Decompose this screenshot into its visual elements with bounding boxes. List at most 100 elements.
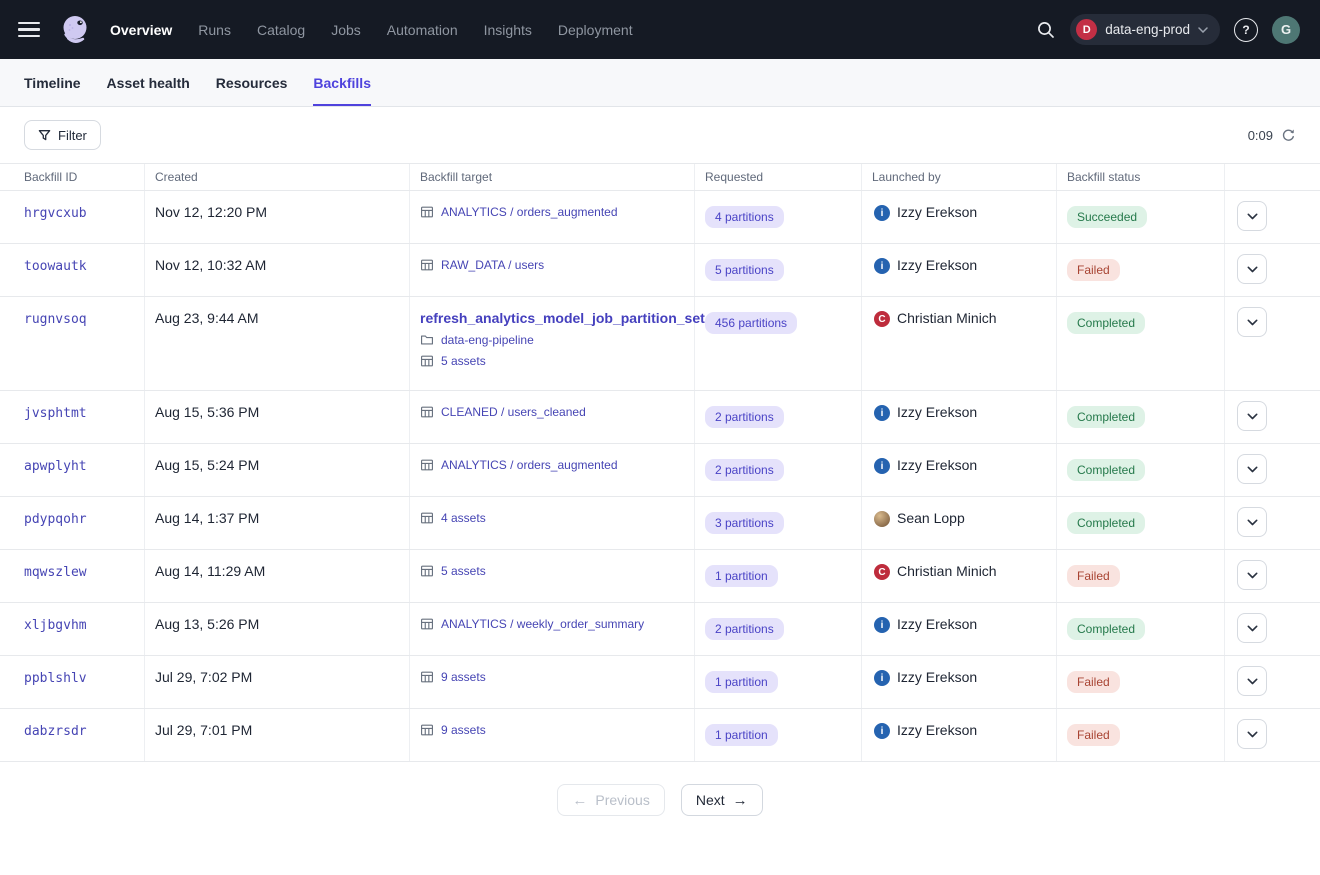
backfill-id-link[interactable]: ppblshlv [24,671,87,686]
launched-by-name: Izzy Erekson [897,404,977,420]
nav-item-jobs[interactable]: Jobs [331,22,361,38]
search-icon[interactable] [1036,20,1056,40]
toolbar: Filter 0:09 [0,107,1320,163]
backfill-id-link[interactable]: jvsphtmt [24,406,87,421]
folder-icon [420,333,434,347]
row-actions-chevron-button[interactable] [1237,254,1267,284]
requested-partitions-badge: 1 partition [705,671,778,693]
backfill-id-link[interactable]: dabzrsdr [24,724,87,739]
row-actions-chevron-button[interactable] [1237,507,1267,537]
backfill-status-badge: Failed [1067,671,1120,693]
launched-by-name: Izzy Erekson [897,616,977,632]
asset-table-icon [420,670,434,684]
created-timestamp: Nov 12, 10:32 AM [155,257,266,273]
launched-by-name: Sean Lopp [897,510,965,526]
backfill-id-link[interactable]: mqwszlew [24,565,87,580]
help-icon[interactable]: ? [1234,18,1258,42]
backfill-target-link[interactable]: 5 assets [441,564,486,578]
tab-backfills[interactable]: Backfills [313,59,371,106]
backfill-status-badge: Completed [1067,312,1145,334]
asset-table-icon [420,205,434,219]
nav-item-deployment[interactable]: Deployment [558,22,633,38]
launched-by-avatar: i [874,405,890,421]
tab-timeline[interactable]: Timeline [24,59,81,106]
requested-partitions-badge: 456 partitions [705,312,797,334]
row-actions-chevron-button[interactable] [1237,719,1267,749]
launched-by-avatar: i [874,458,890,474]
asset-table-icon [420,354,434,368]
job-partition-set-link[interactable]: refresh_analytics_model_job_partition_se… [420,310,684,326]
row-actions-chevron-button[interactable] [1237,613,1267,643]
tab-asset-health[interactable]: Asset health [107,59,190,106]
launched-by-name: Izzy Erekson [897,722,977,738]
asset-table-icon [420,617,434,631]
row-actions-chevron-button[interactable] [1237,201,1267,231]
table-row: mqwszlewAug 14, 11:29 AM5 assets1 partit… [0,550,1320,603]
refresh-countdown: 0:09 [1248,128,1273,143]
row-actions-chevron-button[interactable] [1237,666,1267,696]
backfill-id-link[interactable]: rugnvsoq [24,312,87,327]
row-actions-chevron-button[interactable] [1237,401,1267,431]
filter-label: Filter [58,128,87,143]
filter-button[interactable]: Filter [24,120,101,150]
backfill-target-link[interactable]: RAW_DATA / users [441,258,544,272]
backfill-status-badge: Failed [1067,565,1120,587]
asset-table-icon [420,258,434,272]
backfill-target-link[interactable]: ANALYTICS / orders_augmented [441,458,618,472]
backfill-status-badge: Completed [1067,618,1145,640]
backfill-status-badge: Failed [1067,259,1120,281]
previous-page-button[interactable]: ← Previous [557,784,664,816]
tab-resources[interactable]: Resources [216,59,288,106]
column-header-created: Created [145,164,410,190]
table-row: dabzrsdrJul 29, 7:01 PM9 assets1 partiti… [0,709,1320,762]
table-row: jvsphtmtAug 15, 5:36 PMCLEANED / users_c… [0,391,1320,444]
nav-item-runs[interactable]: Runs [198,22,231,38]
nav-item-insights[interactable]: Insights [484,22,532,38]
backfill-target-link[interactable]: 5 assets [441,354,486,368]
backfill-target-link[interactable]: 9 assets [441,723,486,737]
row-actions-chevron-button[interactable] [1237,454,1267,484]
requested-partitions-badge: 2 partitions [705,459,784,481]
table-row: toowautk Nov 12, 10:32 AM RAW_DATA / users… [0,244,1320,297]
nav-item-overview[interactable]: Overview [110,22,172,38]
backfill-id-link[interactable]: xljbgvhm [24,618,87,633]
launched-by-avatar: i [874,670,890,686]
backfill-target-link[interactable]: CLEANED / users_cleaned [441,405,586,419]
backfill-id-link[interactable]: hrgvcxub [24,206,87,221]
column-header-backfill-target: Backfill target [410,164,695,190]
table-row: pdypqohrAug 14, 1:37 PM4 assets3 partiti… [0,497,1320,550]
backfill-status-badge: Failed [1067,724,1120,746]
launched-by-avatar: i [874,205,890,221]
user-account-avatar[interactable]: G [1272,16,1300,44]
backfill-id-link[interactable]: apwplyht [24,459,87,474]
deployment-switcher[interactable]: D data-eng-prod [1070,14,1220,45]
backfill-id-link[interactable]: pdypqohr [24,512,87,527]
dagster-logo[interactable] [56,11,94,49]
created-timestamp: Nov 12, 12:20 PM [155,204,267,220]
backfill-target-link[interactable]: ANALYTICS / weekly_order_summary [441,617,644,631]
backfill-target-link[interactable]: 9 assets [441,670,486,684]
next-page-button[interactable]: Next → [681,784,763,816]
row-actions-chevron-button[interactable] [1237,307,1267,337]
nav-item-catalog[interactable]: Catalog [257,22,305,38]
previous-label: Previous [595,792,649,808]
column-header-launched-by: Launched by [862,164,1057,190]
backfill-target-link[interactable]: ANALYTICS / orders_augmented [441,205,618,219]
launched-by-avatar: C [874,311,890,327]
asset-table-icon [420,458,434,472]
requested-partitions-badge: 1 partition [705,724,778,746]
refresh-icon[interactable] [1281,128,1296,143]
created-timestamp: Aug 13, 5:26 PM [155,616,259,632]
created-timestamp: Jul 29, 7:02 PM [155,669,252,685]
hamburger-menu-icon[interactable] [18,18,42,42]
launched-by-name: Izzy Erekson [897,669,977,685]
funnel-icon [38,129,51,142]
asset-table-icon [420,405,434,419]
backfill-target-link[interactable]: data-eng-pipeline [441,333,534,347]
backfill-id-link[interactable]: toowautk [24,259,87,274]
column-header-requested: Requested [695,164,862,190]
nav-item-automation[interactable]: Automation [387,22,458,38]
arrow-left-icon: ← [572,793,587,808]
backfill-target-link[interactable]: 4 assets [441,511,486,525]
row-actions-chevron-button[interactable] [1237,560,1267,590]
